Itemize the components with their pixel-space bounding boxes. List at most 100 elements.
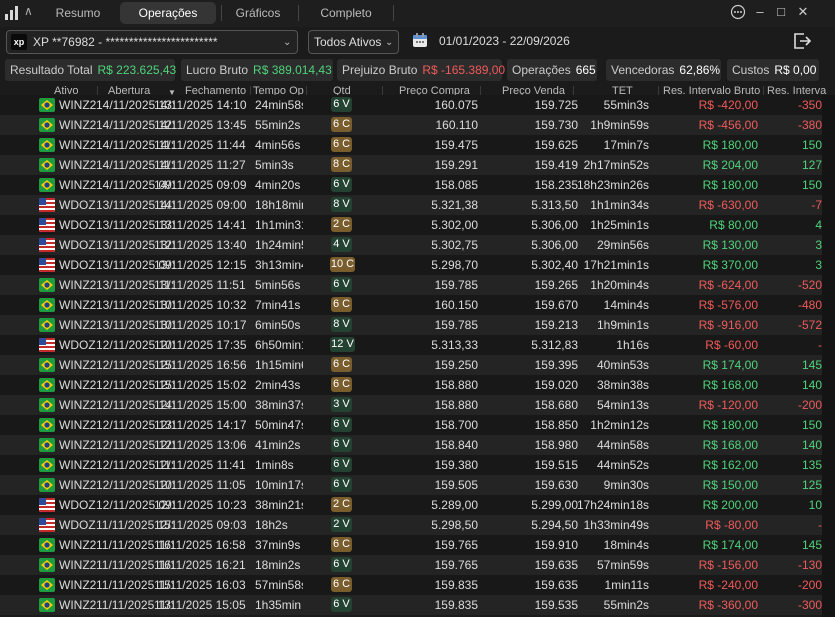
qty-badge: 8 V (331, 197, 352, 212)
cell-preco-venda: 5.306,00 (531, 238, 578, 252)
qty-badge: 8 C (331, 157, 352, 172)
cell-ativo: WINZ2! (59, 378, 96, 392)
cell-tempo-op: 18h2s (255, 518, 288, 532)
table-row[interactable]: WINZ2! 12/11/2025 15: 12/11/2025 16:56 1h15… (0, 355, 822, 375)
cell-res-intervalo: 127 (801, 158, 822, 172)
table-row[interactable]: WDOZ211/11/2025 15:12/11/2025 09:0318h2s… (0, 515, 822, 535)
close-icon[interactable]: ✕ (795, 4, 811, 20)
cell-tet: 57min59s (596, 558, 649, 572)
cell-fechamento: 14/11/2025 09:00 (154, 198, 247, 212)
cell-res-intervalo: -572 (797, 318, 822, 332)
table-row[interactable]: WDOZ213/11/2025 14:14/11/2025 09:0018h18… (0, 195, 822, 215)
table-row[interactable]: WINZ2! 12/11/2025 14: 12/11/2025 15:00 38mi… (0, 395, 822, 415)
account-label: XP **76982 - ************************ (33, 35, 218, 49)
cell-res-bruto: R$ 200,00 (702, 498, 758, 512)
summary-gross-profit: Lucro Bruto R$ 389.014,43 (181, 59, 333, 81)
cell-preco-venda: 158.980 (534, 438, 578, 452)
tab-operacoes[interactable]: Operações (120, 2, 216, 24)
cell-tet: 1h1min34s (590, 198, 649, 212)
cell-tempo-op: 1h24min59 (255, 238, 303, 252)
table-row[interactable]: WDOZ212/11/2025 09:12/11/2025 10:2338min… (0, 495, 822, 515)
table-row[interactable]: WINZ2! 12/11/2025 15: 12/11/2025 15:02 2min… (0, 375, 822, 395)
cell-fechamento: 11/11/2025 15:05 (154, 598, 246, 612)
table-row[interactable]: WINZ2! 14/11/2025 11: 14/11/2025 11:44 4min… (0, 135, 822, 155)
cell-tet: 1h9min59s (590, 118, 649, 132)
cell-preco-venda: 5.312,83 (531, 338, 578, 352)
cell-tet: 9min30s (603, 478, 649, 492)
export-icon[interactable] (792, 31, 812, 51)
table-row[interactable]: WINZ2! 13/11/2025 11: 13/11/2025 11:51 5min… (0, 275, 822, 295)
table-row[interactable]: WINZ2! 14/11/2025 13: 14/11/2025 14:10 24mi… (0, 95, 822, 115)
operations-table[interactable]: WINZ2! 14/11/2025 13: 14/11/2025 14:10 24mi… (0, 95, 822, 617)
table-row[interactable]: WINZ2! 14/11/2025 12: 14/11/2025 13:45 55mi… (0, 115, 822, 135)
tab-resumo[interactable]: Resumo (44, 2, 112, 24)
cell-preco-compra: 158.840 (434, 438, 478, 452)
table-row[interactable]: WDOZ213/11/2025 12:13/11/2025 13:401h24m… (0, 235, 822, 255)
cell-tempo-op: 38min21s (255, 498, 303, 512)
chevron-up-icon[interactable]: ∧ (24, 4, 33, 18)
cell-res-bruto: R$ 370,00 (702, 258, 758, 272)
table-row[interactable]: WINZ2! 11/11/2025 15: 11/11/2025 16:03 57mi… (0, 575, 822, 595)
table-row[interactable]: WDOZ213/11/2025 09:13/11/2025 12:153h13m… (0, 255, 822, 275)
cell-preco-venda: 5.313,50 (531, 198, 578, 212)
cell-fechamento: 12/11/2025 17:35 (154, 338, 247, 352)
table-row[interactable]: WINZ2! 11/11/2025 16: 11/11/2025 16:21 18mi… (0, 555, 822, 575)
cell-tempo-op: 10min17s (255, 478, 303, 492)
asset-filter-select[interactable]: Todos Ativos ⌄ (308, 30, 399, 54)
cell-preco-venda: 159.020 (534, 378, 578, 392)
title-bar: ∧ Resumo Operações Gráficos Completo – □… (0, 0, 835, 27)
flag-brazil-icon (39, 538, 55, 552)
cell-res-intervalo: - (818, 518, 822, 532)
cell-tempo-op: 5min56s (255, 278, 301, 292)
summary-gross-loss: Prejuizo Bruto R$ -165.389,00 (337, 59, 505, 81)
table-row[interactable]: WINZ2! 14/11/2025 09: 14/11/2025 09:09 4min… (0, 175, 822, 195)
cell-res-bruto: R$ 150,00 (702, 478, 758, 492)
cell-res-bruto: R$ -120,00 (698, 398, 758, 412)
table-row[interactable]: WINZ2! 11/11/2025 13: 11/11/2025 15:05 1h35… (0, 595, 822, 615)
calendar-icon[interactable] (412, 32, 428, 48)
cell-tempo-op: 55min2s (255, 118, 301, 132)
cell-tempo-op: 4min20s (255, 178, 301, 192)
cell-tet: 55min3s (603, 98, 649, 112)
table-row[interactable]: WDOZ213/11/2025 13:13/11/2025 14:411h1mi… (0, 215, 822, 235)
table-row[interactable]: WINZ2! 12/11/2025 13: 12/11/2025 14:17 50mi… (0, 415, 822, 435)
cell-fechamento: 13/11/2025 12:15 (154, 258, 247, 272)
date-range-picker[interactable]: 01/01/2023 - 22/09/2026 (439, 34, 570, 48)
tab-graficos[interactable]: Gráficos (226, 2, 290, 24)
tab-completo[interactable]: Completo (306, 2, 386, 24)
cell-res-bruto: R$ -916,00 (698, 318, 758, 332)
cell-ativo: WINZ2! (59, 98, 96, 112)
cell-tempo-op: 4min56s (255, 138, 301, 152)
flag-brazil-icon (39, 558, 55, 572)
flag-brazil-icon (39, 178, 55, 192)
table-row[interactable]: WINZ2! 11/11/2025 16: 11/11/2025 16:58 37mi… (0, 535, 822, 555)
cell-preco-compra: 5.302,00 (431, 218, 478, 232)
table-row[interactable]: WINZ2! 14/11/2025 11: 14/11/2025 11:27 5min… (0, 155, 822, 175)
cell-tempo-op: 6min50s (255, 318, 301, 332)
more-options-icon[interactable] (730, 4, 746, 23)
account-select[interactable]: xp XP **76982 - ************************… (6, 30, 298, 54)
cell-res-intervalo: 145 (801, 538, 822, 552)
maximize-icon[interactable]: □ (773, 4, 789, 19)
cell-res-bruto: R$ 80,00 (709, 218, 758, 232)
tab-divider (298, 5, 299, 21)
table-row[interactable]: WINZ2! 12/11/2025 12: 12/11/2025 13:06 41mi… (0, 435, 822, 455)
qty-badge: 3 V (331, 397, 352, 412)
cell-tet: 1h9min1s (596, 318, 649, 332)
table-row[interactable]: WINZ2! 13/11/2025 10: 13/11/2025 10:32 7min… (0, 295, 822, 315)
cell-preco-compra: 159.380 (434, 458, 478, 472)
cell-res-intervalo: 3 (815, 238, 822, 252)
flag-brazil-icon (39, 378, 55, 392)
table-row[interactable]: WINZ2! 12/11/2025 10: 12/11/2025 11:05 10mi… (0, 475, 822, 495)
cell-preco-compra: 159.785 (434, 318, 478, 332)
minimize-icon[interactable]: – (752, 4, 768, 19)
flag-usa-icon (39, 238, 55, 252)
table-row[interactable]: WINZ2! 12/11/2025 11: 12/11/2025 11:41 1min… (0, 455, 822, 475)
cell-fechamento: 12/11/2025 10:23 (154, 498, 247, 512)
cell-fechamento: 14/11/2025 14:10 (154, 98, 247, 112)
cell-res-bruto: R$ -456,00 (698, 118, 758, 132)
qty-badge: 2 C (331, 497, 352, 512)
table-row[interactable]: WINZ2! 13/11/2025 10: 13/11/2025 10:17 6min… (0, 315, 822, 335)
cell-res-bruto: R$ 174,00 (702, 538, 758, 552)
table-row[interactable]: WDOZ212/11/2025 10:12/11/2025 17:356h50m… (0, 335, 822, 355)
